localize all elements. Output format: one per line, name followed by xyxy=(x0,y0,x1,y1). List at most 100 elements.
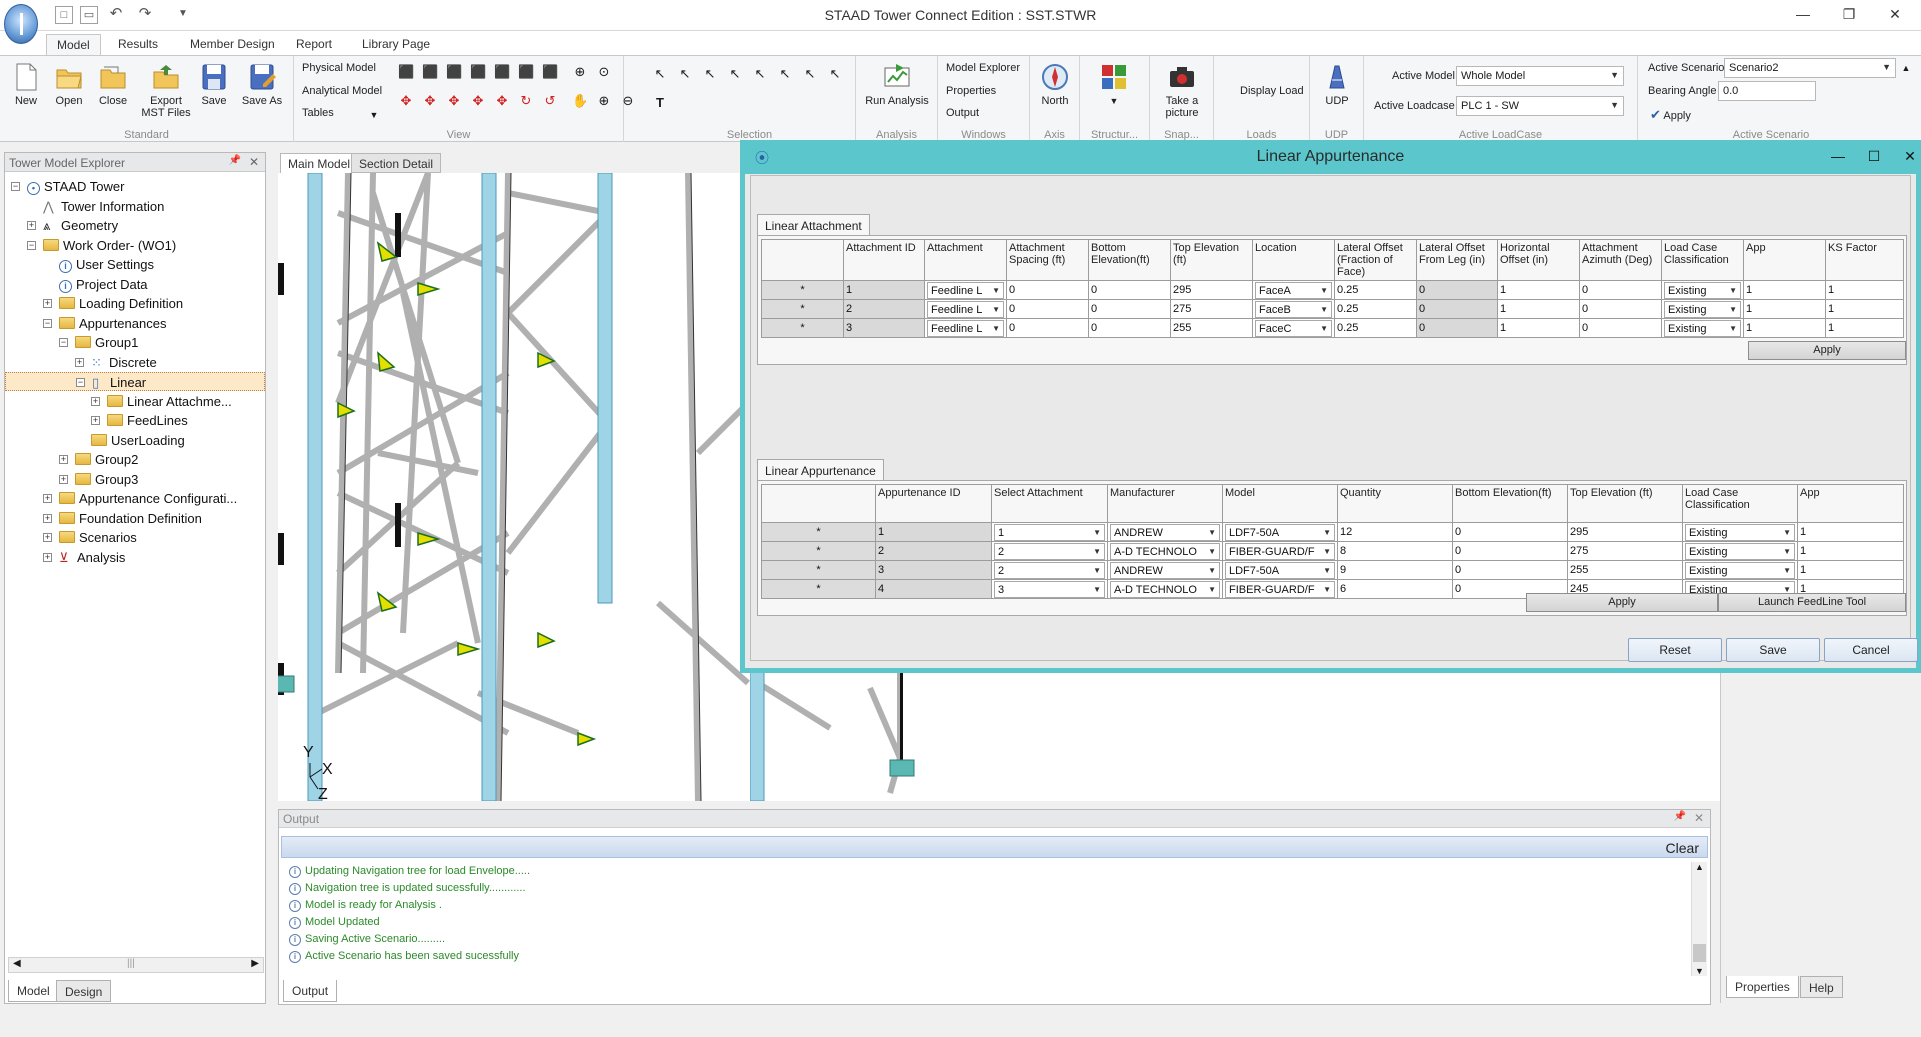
expand-icon[interactable]: + xyxy=(75,357,84,367)
model-explorer-button[interactable]: Model Explorer xyxy=(946,62,1020,74)
explorer-tab-model[interactable]: Model xyxy=(8,980,59,1002)
scroll-down-icon[interactable]: ▼ xyxy=(1695,966,1704,976)
physical-model-button[interactable]: Physical Model xyxy=(302,62,376,74)
dropdown-cell[interactable]: ANDREW ▼ xyxy=(1107,522,1223,542)
select-member-icon[interactable]: ↖ xyxy=(677,66,693,82)
table-cell[interactable]: 0 xyxy=(1452,560,1568,580)
tree-item[interactable]: + Group3 xyxy=(59,470,138,489)
dropdown-cell[interactable]: FIBER-GUARD/F ▼ xyxy=(1222,541,1338,561)
cell-select[interactable]: Feedline L ▼ xyxy=(927,300,1004,318)
id-cell[interactable]: 3 xyxy=(843,318,925,338)
expand-icon[interactable]: + xyxy=(43,494,52,503)
close-window-icon[interactable]: ✕ xyxy=(1872,0,1918,30)
udp-button[interactable]: UDP xyxy=(1313,60,1361,122)
cell-select[interactable]: FaceB ▼ xyxy=(1255,300,1332,318)
dropdown-cell[interactable]: Existing ▼ xyxy=(1661,318,1744,338)
tree-item[interactable]: + ⊻ Analysis xyxy=(43,548,125,567)
table-cell[interactable]: 275 xyxy=(1170,299,1253,319)
rotate-icon[interactable]: ✥ xyxy=(446,93,462,109)
dropdown-cell[interactable]: 1 ▼ xyxy=(991,522,1108,542)
linear-appurtenance-tab[interactable]: Linear Appurtenance xyxy=(757,459,884,480)
select-node-icon[interactable]: ↖ xyxy=(652,66,668,82)
select-face-icon[interactable]: ↖ xyxy=(777,66,793,82)
scroll-right-icon[interactable]: ▶ xyxy=(251,958,259,969)
cell-select[interactable]: Existing ▼ xyxy=(1685,542,1795,560)
new-file-icon[interactable]: □ xyxy=(55,6,73,24)
active-model-select[interactable]: Whole Model ▼ xyxy=(1456,66,1624,86)
active-loadcase-select[interactable]: PLC 1 - SW ▼ xyxy=(1456,96,1624,116)
collapse-icon[interactable]: − xyxy=(59,338,68,347)
cell-select[interactable]: Existing ▼ xyxy=(1685,523,1795,541)
rotate-icon[interactable]: ✥ xyxy=(470,93,486,109)
cell-select[interactable]: ANDREW ▼ xyxy=(1110,523,1220,541)
tree-item[interactable]: + ⁙ Discrete xyxy=(75,353,157,372)
take-picture-button[interactable]: Take a picture xyxy=(1156,60,1208,122)
expand-icon[interactable]: + xyxy=(43,533,52,542)
zoom-out-icon[interactable]: ⊖ xyxy=(620,93,636,109)
display-load-button[interactable]: Display Load xyxy=(1240,85,1304,97)
explorer-hscrollbar[interactable]: ◀ ||| ▶ xyxy=(8,957,264,973)
linear-attachment-tab[interactable]: Linear Attachment xyxy=(757,214,870,235)
table-cell[interactable]: 1 xyxy=(1743,280,1826,300)
ribbon-collapse-icon[interactable]: ▲ xyxy=(1898,60,1914,76)
tree-item[interactable]: ⋀ Tower Information xyxy=(27,197,164,216)
redo-icon[interactable]: ↷ xyxy=(136,6,154,24)
tab-library-page[interactable]: Library Page xyxy=(352,34,440,55)
dropdown-cell[interactable]: Feedline L ▼ xyxy=(924,299,1007,319)
cell-select[interactable]: Existing ▼ xyxy=(1664,300,1741,318)
id-cell[interactable]: 2 xyxy=(875,541,992,561)
open-button[interactable]: Open xyxy=(45,60,93,122)
table-cell[interactable]: 1 xyxy=(1497,299,1580,319)
cell-select[interactable]: LDF7-50A ▼ xyxy=(1225,561,1335,579)
cell-select[interactable]: FaceC ▼ xyxy=(1255,319,1332,337)
id-cell[interactable]: 1 xyxy=(843,280,925,300)
dropdown-cell[interactable]: Existing ▼ xyxy=(1661,280,1744,300)
tab-model[interactable]: Model xyxy=(46,34,101,55)
tree-item[interactable]: + Group2 xyxy=(59,450,138,469)
table-cell[interactable]: 1 xyxy=(1825,280,1904,300)
tree-item[interactable]: UserLoading xyxy=(75,431,185,450)
cell-select[interactable]: 2 ▼ xyxy=(994,542,1105,560)
view-cube-icon[interactable]: ⬛ xyxy=(398,64,414,80)
table-cell[interactable]: 0.25 xyxy=(1334,299,1417,319)
expand-icon[interactable]: + xyxy=(43,299,52,308)
cell-select[interactable]: FIBER-GUARD/F ▼ xyxy=(1225,542,1335,560)
row-selector[interactable]: * xyxy=(761,522,876,542)
tab-report[interactable]: Report xyxy=(286,34,342,55)
view-cube-icon[interactable]: ⬛ xyxy=(470,64,486,80)
row-selector[interactable]: * xyxy=(761,579,876,599)
cell-select[interactable]: Feedline L ▼ xyxy=(927,281,1004,299)
expand-icon[interactable]: + xyxy=(91,416,100,425)
tree-item[interactable]: − Work Order- (WO1) xyxy=(27,236,176,255)
tree-item[interactable]: + Loading Definition xyxy=(43,294,183,313)
table-cell[interactable]: 0.25 xyxy=(1334,280,1417,300)
dropdown-cell[interactable]: A-D TECHNOLO ▼ xyxy=(1107,541,1223,561)
table-cell[interactable]: 1 xyxy=(1797,541,1904,561)
zoom-extents-icon[interactable]: ⊙ xyxy=(596,64,612,80)
view-cube-icon[interactable]: ⬛ xyxy=(446,64,462,80)
id-cell[interactable]: 3 xyxy=(875,560,992,580)
dropdown-cell[interactable]: Existing ▼ xyxy=(1682,541,1798,561)
cell-select[interactable]: Existing ▼ xyxy=(1664,281,1741,299)
tree-item[interactable]: − • STAAD Tower xyxy=(11,177,124,196)
open-folder-icon[interactable]: ▭ xyxy=(80,6,98,24)
run-analysis-button[interactable]: Run Analysis xyxy=(862,60,932,122)
collapse-icon[interactable]: − xyxy=(11,182,20,191)
tab-results[interactable]: Results xyxy=(108,34,168,55)
dialog-close-icon[interactable]: ✕ xyxy=(1892,142,1921,170)
dialog-maximize-icon[interactable]: ☐ xyxy=(1856,142,1892,170)
dropdown-cell[interactable]: 2 ▼ xyxy=(991,541,1108,561)
quick-access-dropdown-icon[interactable]: ▼ xyxy=(174,6,192,24)
row-selector[interactable]: * xyxy=(761,560,876,580)
select-leg-icon[interactable]: ↖ xyxy=(802,66,818,82)
spin-icon[interactable]: ↺ xyxy=(542,93,558,109)
table-cell[interactable]: 0 xyxy=(1416,318,1498,338)
launch-feedline-tool-button[interactable]: Launch FeedLine Tool xyxy=(1718,593,1906,612)
expand-icon[interactable]: + xyxy=(43,513,52,523)
rotate-icon[interactable]: ✥ xyxy=(494,93,510,109)
table-cell[interactable]: 0 xyxy=(1088,299,1171,319)
active-scenario-select[interactable]: Scenario2 ▼ xyxy=(1724,58,1896,78)
collapse-icon[interactable]: − xyxy=(27,240,36,250)
dropdown-cell[interactable]: Existing ▼ xyxy=(1661,299,1744,319)
explorer-tab-design[interactable]: Design xyxy=(56,980,112,1002)
